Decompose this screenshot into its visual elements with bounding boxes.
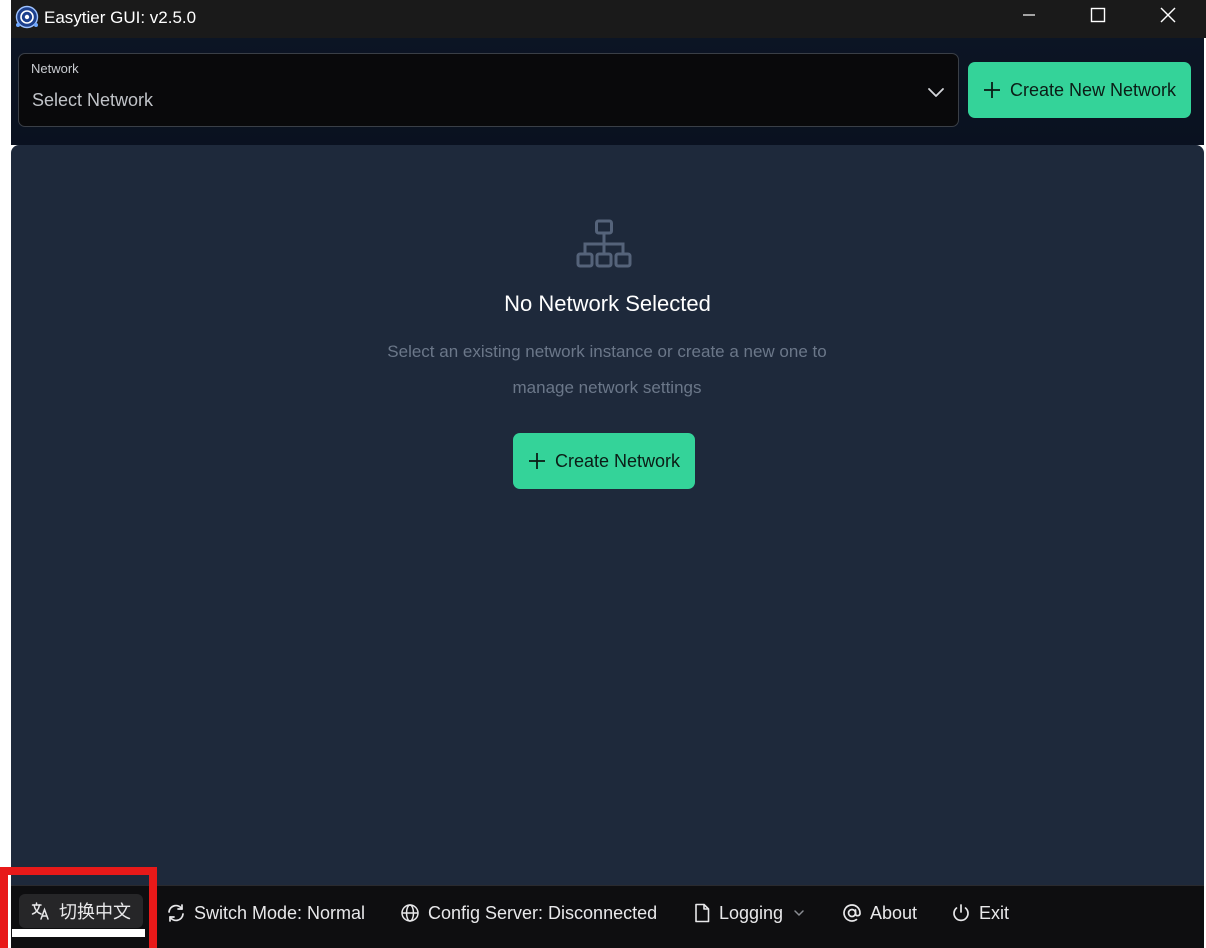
power-icon xyxy=(951,903,971,923)
title-bar[interactable]: Easytier GUI: v2.5.0 xyxy=(11,0,1206,38)
sync-icon xyxy=(166,903,186,923)
create-network-button[interactable]: Create Network xyxy=(513,433,695,489)
header-bar: Network Select Network Create New Networ… xyxy=(11,38,1204,145)
empty-state-title: No Network Selected xyxy=(504,291,711,316)
plus-icon xyxy=(527,451,547,471)
about-label: About xyxy=(870,902,918,923)
create-new-network-button[interactable]: Create New Network xyxy=(968,62,1191,118)
close-icon xyxy=(1160,7,1176,28)
app-window: Easytier GUI: v2.5.0 Network Select Netw… xyxy=(0,0,1206,948)
highlight-box-gap xyxy=(12,929,145,937)
logging-menu-button[interactable]: Logging xyxy=(693,898,805,928)
create-network-label: Create Network xyxy=(555,450,681,471)
plus-icon xyxy=(982,80,1002,100)
language-toggle-button[interactable]: 切换中文 xyxy=(19,894,143,928)
network-select[interactable]: Network Select Network xyxy=(18,53,959,127)
minimize-button[interactable] xyxy=(994,0,1064,34)
window-title: Easytier GUI: v2.5.0 xyxy=(44,8,197,27)
maximize-icon xyxy=(1090,7,1106,28)
network-select-label: Network xyxy=(31,61,79,76)
footer-bar: 切换中文 Switch Mode: Normal Config Server: … xyxy=(11,885,1204,948)
maximize-button[interactable] xyxy=(1063,0,1133,34)
file-icon xyxy=(693,903,711,923)
logging-label: Logging xyxy=(719,902,784,923)
language-toggle-label: 切换中文 xyxy=(59,902,131,922)
easytier-logo-icon xyxy=(15,5,39,29)
at-sign-icon xyxy=(842,903,862,923)
chevron-down-icon xyxy=(793,907,805,919)
network-select-placeholder: Select Network xyxy=(32,90,154,110)
main-panel: No Network Selected Select an existing n… xyxy=(11,145,1204,885)
exit-button[interactable]: Exit xyxy=(951,898,1009,928)
empty-state-description: Select an existing network instance or c… xyxy=(387,342,827,397)
translate-icon xyxy=(31,901,51,921)
close-button[interactable] xyxy=(1133,0,1203,34)
exit-label: Exit xyxy=(979,902,1010,923)
config-server-button[interactable]: Config Server: Disconnected xyxy=(400,898,657,928)
switch-mode-button[interactable]: Switch Mode: Normal xyxy=(166,898,365,928)
switch-mode-label: Switch Mode: Normal xyxy=(194,902,366,923)
config-server-label: Config Server: Disconnected xyxy=(428,902,658,923)
minimize-icon xyxy=(1022,8,1036,27)
create-new-network-label: Create New Network xyxy=(1010,79,1177,100)
network-tree-icon xyxy=(575,219,633,269)
about-button[interactable]: About xyxy=(842,898,917,928)
chevron-down-icon[interactable] xyxy=(925,81,947,103)
globe-icon xyxy=(400,903,420,923)
